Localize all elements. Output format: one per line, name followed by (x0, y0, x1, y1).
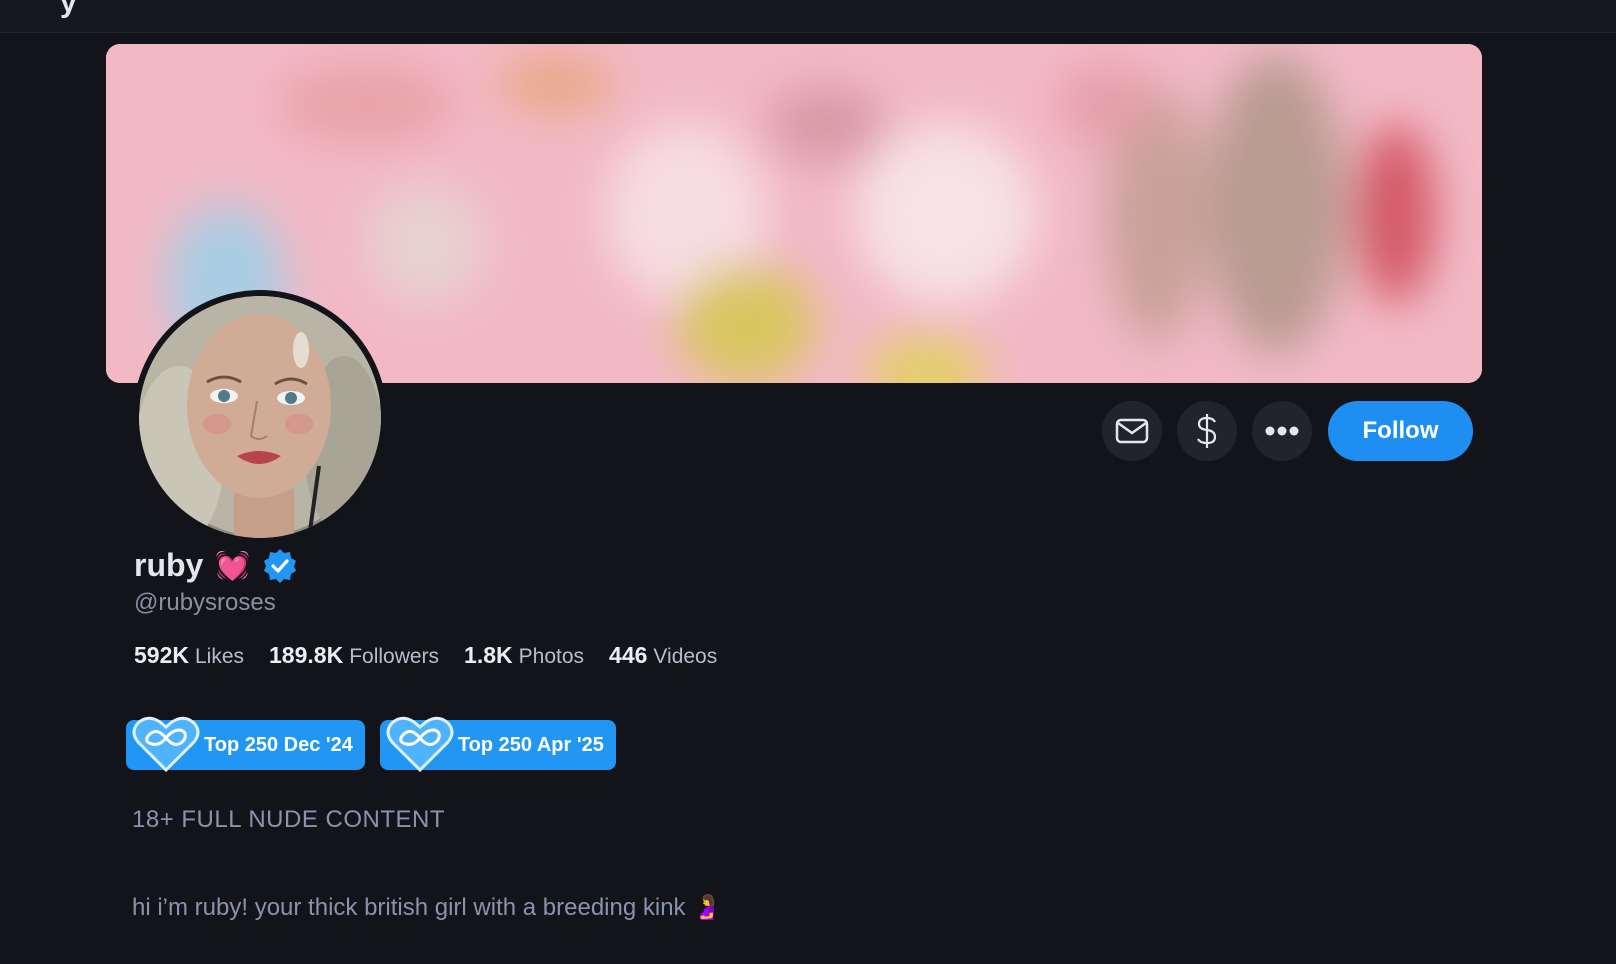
profile-name-row: ruby 💓 (134, 547, 298, 584)
stat-value: 592K (134, 642, 189, 668)
follow-button[interactable]: Follow (1328, 401, 1473, 461)
site-logo[interactable]: y (60, 0, 77, 20)
stat-videos[interactable]: 446 Videos (609, 642, 717, 669)
top-navigation-bar: y (0, 0, 1616, 33)
profile-handle: @rubysroses (134, 589, 276, 616)
envelope-icon (1115, 418, 1149, 444)
achievement-badges: Top 250 Dec '24 Top 250 Apr '25 (126, 716, 616, 773)
ellipsis-icon (1265, 426, 1299, 436)
badge-label: Top 250 Apr '25 (457, 733, 604, 756)
verified-badge-icon (264, 548, 297, 583)
avatar-portrait-image (139, 296, 381, 538)
stat-label: Likes (194, 645, 245, 668)
more-options-button[interactable] (1252, 401, 1312, 461)
stat-label: Photos (518, 645, 585, 668)
heart-infinity-icon (386, 716, 454, 773)
stat-followers[interactable]: 189.8K Followers (269, 642, 439, 669)
stat-label: Videos (653, 645, 718, 668)
tip-button[interactable] (1177, 401, 1237, 461)
badge-top250-apr25[interactable]: Top 250 Apr '25 (379, 716, 616, 773)
stat-likes: 592K Likes (134, 642, 244, 669)
profile-avatar[interactable] (133, 290, 387, 544)
stat-photos[interactable]: 1.8K Photos (464, 642, 584, 669)
stat-value: 189.8K (269, 642, 344, 668)
display-name: ruby (134, 547, 204, 583)
heart-emoji-icon: 💓 (215, 550, 251, 581)
badge-top250-dec24[interactable]: Top 250 Dec '24 (126, 716, 365, 773)
profile-stats: 592K Likes 189.8K Followers 1.8K Photos 446… (134, 642, 717, 669)
stat-value: 446 (609, 642, 648, 668)
bio-headline: 18+ FULL NUDE CONTENT (132, 806, 446, 833)
stat-label: Followers (349, 645, 440, 668)
message-button[interactable] (1102, 401, 1162, 461)
bio-text: hi i’m ruby! your thick british girl wit… (132, 894, 723, 921)
heart-infinity-icon (132, 716, 200, 773)
stat-value: 1.8K (464, 642, 513, 668)
profile-actions: Follow (1102, 401, 1473, 461)
dollar-icon (1197, 414, 1217, 448)
badge-label: Top 250 Dec '24 (204, 733, 353, 756)
